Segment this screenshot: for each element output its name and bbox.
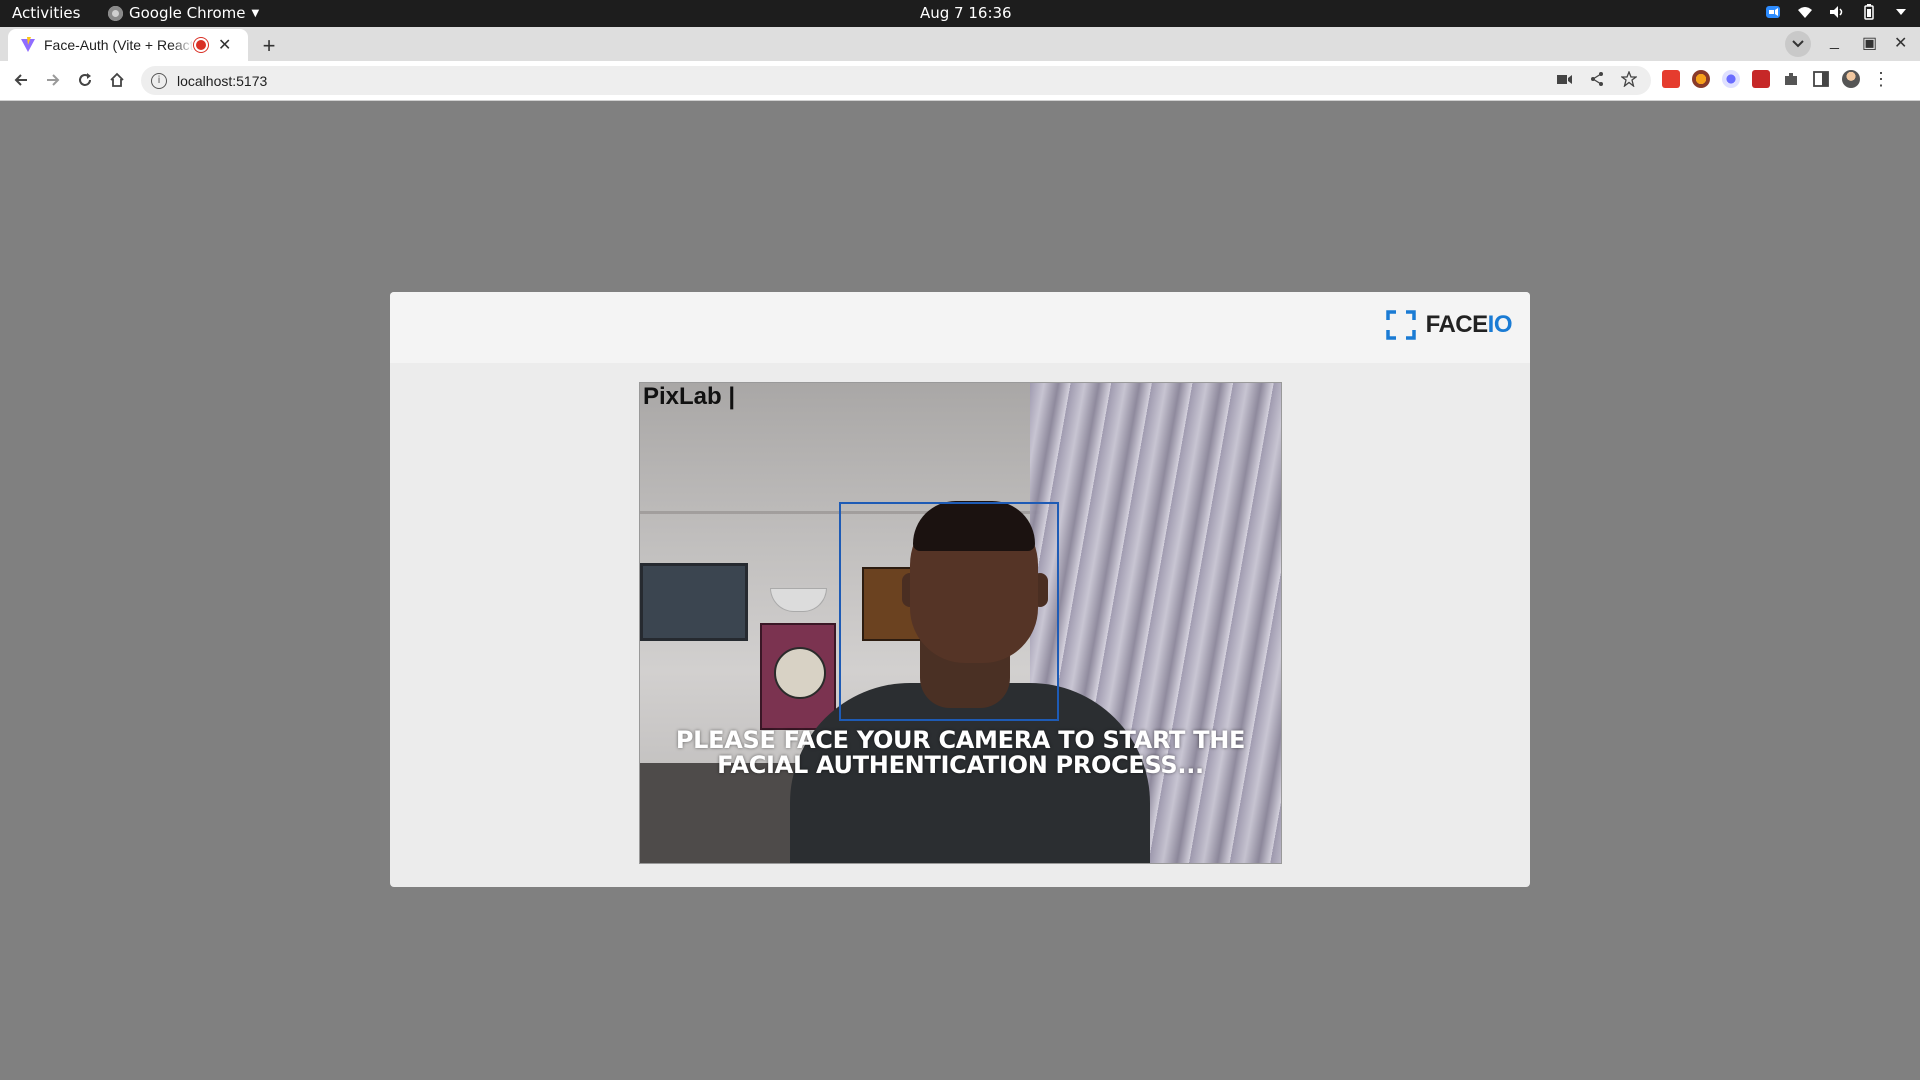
tab-strip: Face-Auth (Vite + React ✕ + _ ▣ ✕ [0,27,1920,61]
app-menu[interactable]: Google Chrome ▼ [108,4,259,22]
tab-face-auth[interactable]: Face-Auth (Vite + React ✕ [8,29,248,61]
clock-face [774,647,826,699]
extension-red-icon[interactable] [1662,70,1680,88]
camera-feed: PixLab | PLEASE FACE YOUR CAMERA TO STAR… [639,382,1282,864]
back-button[interactable] [10,69,32,91]
address-bar[interactable]: i localhost:5173 [141,66,1651,95]
profile-avatar-icon[interactable] [1842,70,1860,88]
chrome-menu-icon[interactable]: ⋮ [1872,70,1890,88]
restore-button[interactable]: ▣ [1862,33,1877,53]
extension-orange-icon[interactable] [1692,70,1710,88]
system-tray[interactable] [1764,3,1910,21]
chrome-icon [108,5,123,21]
app-menu-label: Google Chrome [129,4,246,22]
system-menu-caret-icon[interactable] [1892,3,1910,21]
minimize-button[interactable]: _ [1830,33,1839,51]
arrow-right-icon [47,74,60,86]
tab-title: Face-Auth (Vite + React [44,37,194,53]
share-icon[interactable] [1589,71,1605,87]
arrow-left-icon [14,74,27,86]
home-button[interactable] [106,69,128,91]
caret-down-icon: ▼ [251,7,260,19]
vite-favicon-icon [21,37,35,52]
extension-red-box-icon[interactable] [1752,70,1770,88]
home-icon [110,72,124,87]
reload-button[interactable] [74,69,96,91]
volume-icon[interactable] [1828,3,1846,21]
camera-in-use-icon[interactable] [1557,73,1573,85]
side-panel-icon[interactable] [1812,70,1830,88]
chevron-down-icon [1792,40,1804,48]
faceio-modal: FACEIO PixLab | PLEASE FACE YOUR CAMERA … [390,292,1530,887]
face-scan-icon [1385,310,1416,340]
faceio-logo: FACEIO [1385,310,1513,340]
wall-clock-poster [760,623,836,730]
forward-button[interactable] [42,69,64,91]
bookmark-star-icon[interactable] [1621,71,1637,87]
face-detection-box [839,502,1059,721]
new-tab-button[interactable]: + [256,33,282,59]
extensions-puzzle-icon[interactable] [1782,70,1800,88]
tab-search-button[interactable] [1785,31,1811,57]
omnibox-actions [1557,71,1637,87]
activities-button[interactable]: Activities [12,4,80,22]
wall-painting [640,563,748,641]
extensions-bar: ⋮ [1662,70,1890,88]
faceio-wordmark: FACEIO [1425,311,1513,338]
instruction-text: PLEASE FACE YOUR CAMERA TO START THE FAC… [675,726,1246,779]
battery-icon[interactable] [1860,3,1878,21]
wifi-icon[interactable] [1796,3,1814,21]
window-close-button[interactable]: ✕ [1894,33,1907,53]
browser-toolbar: i localhost:5173 ⋮ [0,61,1920,101]
system-top-bar: Activities Google Chrome ▼ Aug 7 16:36 [0,0,1920,27]
url-text[interactable]: localhost:5173 [177,73,267,89]
extension-blue-gear-icon[interactable] [1722,70,1740,88]
zoom-app-icon[interactable] [1764,3,1782,21]
modal-header: FACEIO [390,292,1530,363]
clock[interactable]: Aug 7 16:36 [920,4,1012,22]
tab-close-icon[interactable]: ✕ [218,35,231,55]
site-info-icon[interactable]: i [151,72,167,89]
recording-indicator-icon [196,40,206,50]
pixlab-watermark: PixLab | [643,383,736,410]
reload-icon [79,73,91,86]
